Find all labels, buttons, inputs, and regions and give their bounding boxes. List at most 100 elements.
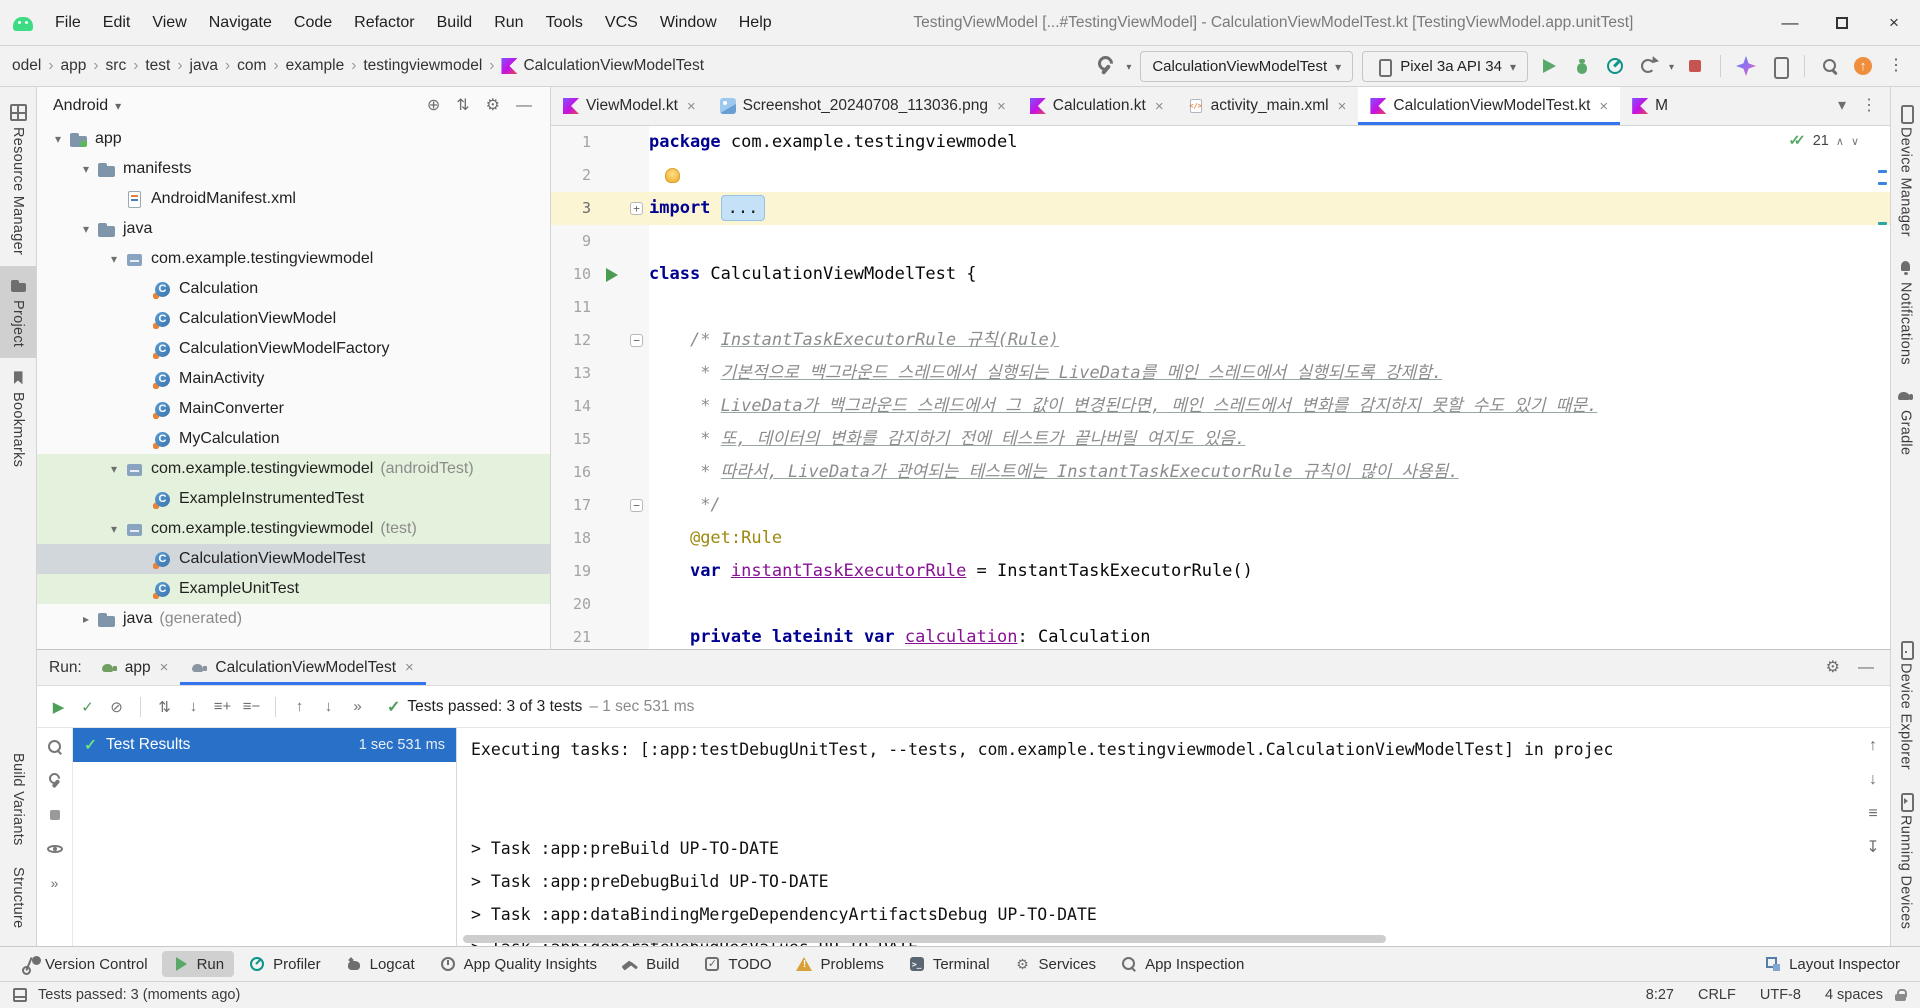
tree-row[interactable]: MainConverter [37, 394, 550, 424]
sort-alphabetically[interactable]: ⇅ [151, 698, 178, 716]
breadcrumb-item[interactable]: src [106, 57, 146, 75]
tool-stripe-button[interactable]: Build Variants [0, 742, 36, 857]
close-tab-icon[interactable]: × [160, 659, 169, 676]
editor-tab[interactable]: Calculation.kt × [1018, 87, 1176, 125]
tool-stripe-button[interactable]: Structure [0, 856, 36, 940]
menu-item[interactable]: VCS [594, 9, 649, 37]
next-failed-test[interactable]: ↓ [315, 698, 342, 715]
code-line[interactable]: 1 package com.example.testingviewmodel [551, 126, 1890, 159]
run-config-select[interactable]: CalculationViewModelTest [1140, 50, 1354, 82]
status-widget[interactable]: UTF-8 [1760, 987, 1801, 1003]
breadcrumb-item[interactable]: java [190, 57, 238, 75]
select-opened-file[interactable]: ⊕ [427, 97, 440, 114]
more-side-options-icon[interactable]: » [46, 874, 64, 892]
tree-row[interactable]: ▸ java (generated) [37, 604, 550, 634]
close-tab-icon[interactable]: × [1599, 98, 1608, 115]
tree-expand-arrow[interactable]: ▾ [103, 252, 125, 266]
menu-item[interactable]: Tools [535, 9, 594, 37]
panel-settings[interactable]: ⚙ [486, 97, 500, 114]
editor-tab[interactable]: activity_main.xml × [1176, 87, 1359, 125]
tool-stripe-button[interactable]: Resource Manager [0, 93, 36, 266]
code-line[interactable]: 13 * 기본적으로 백그라운드 스레드에서 실행되는 LiveData를 메인… [551, 357, 1890, 390]
layout-inspector-button[interactable]: Layout Inspector [1754, 951, 1910, 977]
tree-row[interactable]: ExampleUnitTest [37, 574, 550, 604]
code-line[interactable]: 18 @get:Rule [551, 522, 1890, 555]
chevron-down-icon[interactable] [1126, 57, 1131, 75]
toolwindow-button[interactable]: Build [611, 951, 689, 977]
menu-item[interactable]: File [44, 9, 92, 37]
device-select[interactable]: Pixel 3a API 34 [1362, 50, 1528, 82]
soft-wrap[interactable]: ≡ [1868, 806, 1877, 822]
tree-row[interactable]: CalculationViewModel [37, 304, 550, 334]
minimize-button[interactable]: — [1764, 0, 1816, 45]
breadcrumb-item[interactable]: testingviewmodel [363, 57, 501, 75]
horizontal-scrollbar[interactable] [463, 935, 1387, 943]
toolwindow-button[interactable]: Run [161, 951, 235, 977]
expand-collapse[interactable]: ⇅ [456, 97, 469, 114]
tree-row[interactable]: ▾ com.example.testingviewmodel (androidT… [37, 454, 550, 484]
editor-tab[interactable]: CalculationViewModelTest.kt × [1358, 87, 1621, 125]
device-mirror-icon[interactable] [1767, 54, 1791, 79]
tree-expand-arrow[interactable]: ▾ [75, 222, 97, 236]
test-runner-settings-icon[interactable] [46, 772, 64, 790]
tree-row[interactable]: ▾ com.example.testingviewmodel (test) [37, 514, 550, 544]
apply-changes-button[interactable] [1636, 54, 1660, 78]
previous-failed-test[interactable]: ↑ [286, 698, 313, 715]
rerun-failed-tests[interactable]: ✓ [74, 698, 101, 716]
code-line[interactable]: 11 [551, 291, 1890, 324]
code-line[interactable]: 12− /* InstantTaskExecutorRule 규칙(Rule) [551, 324, 1890, 357]
separator[interactable] [140, 696, 141, 717]
code-line[interactable]: 19 var instantTaskExecutorRule = Instant… [551, 555, 1890, 588]
code-line[interactable]: 15 * 또, 데이터의 변화를 감지하기 전에 테스트가 끝나버릴 여지도 있… [551, 423, 1890, 456]
code-line[interactable]: 9 [551, 225, 1890, 258]
toolwindow-button[interactable]: App Quality Insights [429, 951, 607, 977]
inspections-widget[interactable]: 21 [1783, 131, 1864, 151]
tree-row[interactable]: ExampleInstrumentedTest [37, 484, 550, 514]
close-tab-icon[interactable]: × [405, 659, 414, 676]
menu-item[interactable]: View [141, 9, 197, 37]
more-actions-icon[interactable] [1884, 54, 1908, 78]
lock-icon[interactable] [1893, 987, 1908, 1003]
debug-button[interactable] [1570, 54, 1594, 78]
chevron-down-icon[interactable] [1669, 57, 1674, 75]
close-tab-icon[interactable]: × [1155, 98, 1164, 115]
project-view-selector[interactable]: Android [47, 95, 127, 117]
tool-stripe-button[interactable]: Bookmarks [0, 358, 36, 478]
tree-expand-arrow[interactable]: ▾ [75, 162, 97, 176]
more-toolbar-options[interactable]: » [344, 698, 371, 715]
status-widget[interactable]: 8:27 [1646, 987, 1674, 1003]
menu-item[interactable]: Navigate [198, 9, 283, 37]
toolwindow-button[interactable]: App Inspection [1110, 951, 1254, 977]
import-test-results-icon[interactable] [46, 738, 64, 756]
menu-item[interactable]: Refactor [343, 9, 425, 37]
tree-row[interactable]: MainActivity [37, 364, 550, 394]
menu-item[interactable]: Run [483, 9, 534, 37]
code-line[interactable]: 2 [551, 159, 1890, 192]
maximize-button[interactable] [1816, 0, 1868, 45]
toolwindow-button[interactable]: Version Control [10, 951, 158, 977]
tool-stripe-button[interactable]: Gradle [1891, 376, 1920, 466]
show-passed-icon[interactable] [46, 840, 64, 858]
update-available-icon[interactable] [1851, 54, 1875, 78]
code-line[interactable]: 20 [551, 588, 1890, 621]
tool-stripe-button[interactable]: Project [0, 266, 36, 359]
stop-button[interactable] [1683, 54, 1707, 78]
previous-problem-icon[interactable] [1836, 133, 1844, 149]
expand-all[interactable]: ≡+ [209, 698, 236, 715]
scroll-down[interactable]: ↓ [1869, 772, 1877, 788]
collapse-all[interactable]: ≡− [238, 698, 265, 715]
sort-by-duration[interactable]: ↓ [180, 698, 207, 715]
wrench-widget-icon[interactable] [1093, 54, 1117, 78]
status-widget[interactable]: 4 spaces [1825, 987, 1883, 1003]
breadcrumb-item[interactable]: example [286, 57, 364, 75]
toolwindow-button[interactable]: Profiler [238, 951, 331, 977]
tool-stripe-button[interactable]: Device Explorer [1891, 629, 1920, 781]
menu-item[interactable]: Code [283, 9, 343, 37]
suspend-icon[interactable] [46, 806, 64, 824]
code-line[interactable]: 10 class CalculationViewModelTest { [551, 258, 1890, 291]
run-panel-tab[interactable]: app × [90, 650, 181, 685]
tree-row[interactable]: CalculationViewModelTest [37, 544, 550, 574]
test-results-row[interactable]: Test Results 1 sec 531 ms [73, 728, 456, 762]
next-problem-icon[interactable] [1851, 133, 1859, 149]
tree-expand-arrow[interactable]: ▸ [75, 612, 97, 626]
